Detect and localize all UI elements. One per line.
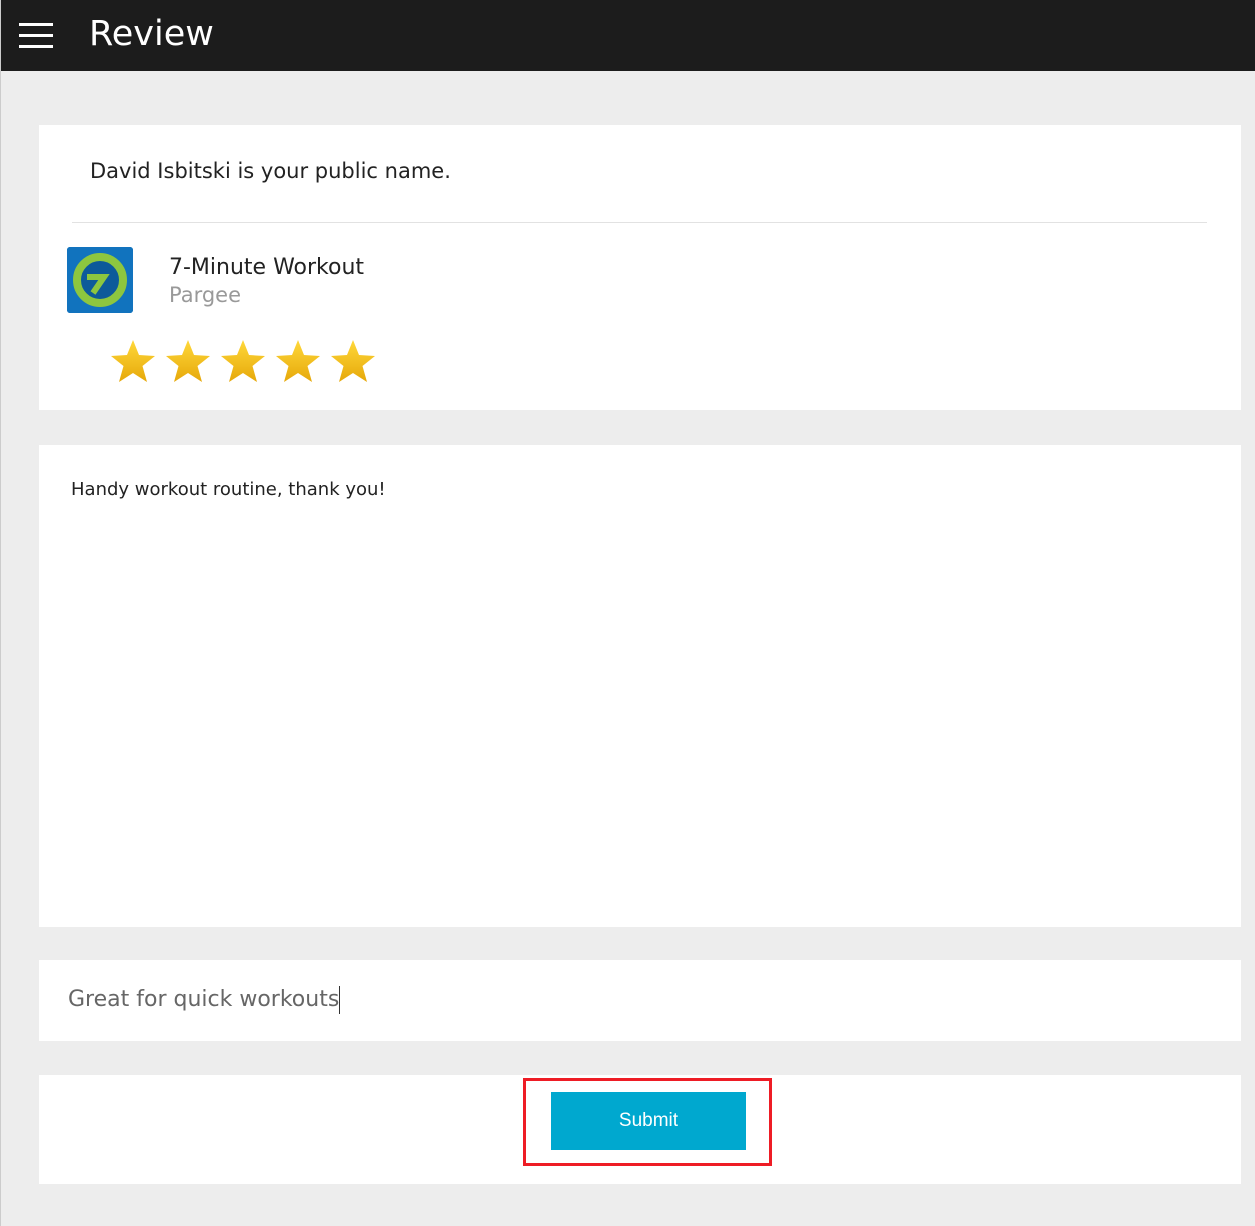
review-body-text: Handy workout routine, thank you! [71,479,386,500]
app-developer: Pargee [169,283,242,307]
page-title: Review [89,14,214,54]
text-caret [339,986,341,1014]
public-name-notice: David Isbitski is your public name. [90,159,451,183]
divider [72,222,1207,223]
star-icon[interactable] [164,338,212,386]
top-bar: Review [1,0,1255,71]
hamburger-menu-icon[interactable] [19,23,53,49]
star-icon[interactable] [329,338,377,386]
star-icon[interactable] [219,338,267,386]
star-icon[interactable] [109,338,157,386]
app-info-card: David Isbitski is your public name. 7-Mi… [39,125,1241,410]
submit-button[interactable]: Submit [551,1092,746,1150]
review-body-textarea[interactable]: Handy workout routine, thank you! [39,445,1241,927]
app-name: 7-Minute Workout [169,255,365,280]
review-headline-input[interactable]: Great for quick workouts [39,960,1241,1041]
star-icon[interactable] [274,338,322,386]
review-headline-text: Great for quick workouts [68,987,340,1012]
star-rating[interactable] [109,338,377,386]
app-logo-icon [67,247,133,313]
